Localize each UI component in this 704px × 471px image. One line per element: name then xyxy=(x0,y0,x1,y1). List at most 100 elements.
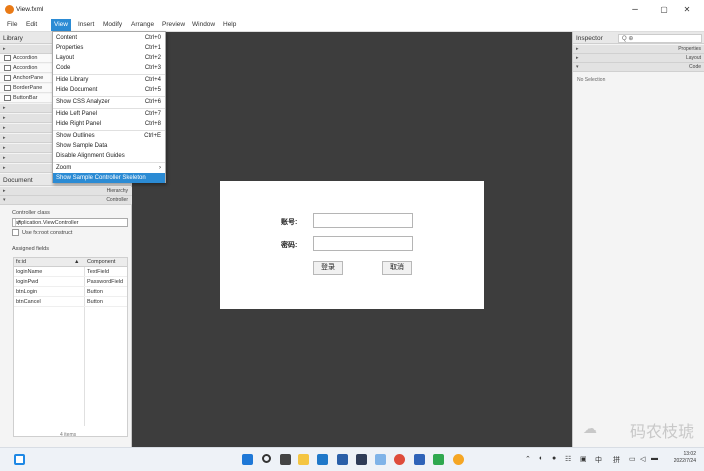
menu-window[interactable]: Window xyxy=(189,19,218,31)
use-root-checkbox[interactable] xyxy=(12,229,19,236)
chrome-icon[interactable] xyxy=(394,454,405,465)
scenebuilder-icon[interactable] xyxy=(453,454,464,465)
assigned-fields-table: fx:id ▲ Component loginName TextField log… xyxy=(13,257,128,437)
account-label: 账号: xyxy=(281,219,298,226)
menu-item-show-outlines[interactable]: Show Outlines Ctrl+E xyxy=(53,131,165,141)
cell-fxid: loginPwd xyxy=(16,279,39,285)
search-icon[interactable] xyxy=(262,454,271,463)
expand-icon: ▸ xyxy=(576,55,579,61)
menu-arrange[interactable]: Arrange xyxy=(128,19,157,31)
mail-icon[interactable] xyxy=(337,454,348,465)
cell-fxid: btnCancel xyxy=(16,299,41,305)
menu-item-hide-library[interactable]: Hide Library Ctrl+4 xyxy=(53,75,165,85)
table-header: fx:id ▲ Component xyxy=(14,258,127,267)
cell-component: Button xyxy=(87,299,103,305)
menu-item-sample-data[interactable]: Show Sample Data xyxy=(53,141,165,151)
inspector-panel: Inspector Q ⊕ ▸ Properties ▸ Layout ▾ Code … xyxy=(572,32,704,447)
table-row[interactable]: btnLogin Button xyxy=(14,288,127,297)
controller-section[interactable]: ▾ Controller xyxy=(0,196,132,205)
taskview-icon[interactable] xyxy=(14,454,25,465)
use-root-label: Use fx:root construct xyxy=(22,230,73,236)
expand-icon: ▸ xyxy=(3,115,6,121)
menu-edit[interactable]: Edit xyxy=(23,19,40,31)
display-icon[interactable]: ▭ xyxy=(629,455,636,463)
table-row[interactable]: btnCancel Button xyxy=(14,298,127,307)
menu-preview[interactable]: Preview xyxy=(159,19,188,31)
collapse-icon: ▾ xyxy=(576,64,579,70)
volume-icon[interactable]: ◁ xyxy=(640,455,645,463)
login-button[interactable]: 登录 xyxy=(313,261,343,275)
anchorpane-icon xyxy=(4,75,11,81)
task-view-icon[interactable] xyxy=(280,454,291,465)
library-title: Library xyxy=(3,35,23,42)
menu-item-content[interactable]: Content Ctrl+0 xyxy=(53,33,165,43)
cell-component: PasswordField xyxy=(87,279,124,285)
menu-modify[interactable]: Modify xyxy=(100,19,125,31)
controller-class-value: application.ViewController xyxy=(15,220,79,226)
close-button[interactable]: ✕ xyxy=(678,3,696,17)
expand-icon: ▸ xyxy=(576,46,579,52)
chevron-down-icon: ▾ xyxy=(15,219,23,226)
menu-insert[interactable]: Insert xyxy=(75,19,97,31)
column-header-component[interactable]: Component xyxy=(87,259,115,265)
view-menu-dropdown: Content Ctrl+0 Properties Ctrl+1 Layout Ctr… xyxy=(52,31,166,183)
tray-app-icon[interactable]: ● xyxy=(552,455,556,462)
section-label: Properties xyxy=(678,46,701,52)
menu-file[interactable]: File xyxy=(4,19,20,31)
store-icon[interactable] xyxy=(317,454,328,465)
menu-item-hide-left-panel[interactable]: Hide Left Panel Ctrl+7 xyxy=(53,109,165,119)
tray-app-icon[interactable]: ▣ xyxy=(580,455,587,463)
expand-icon: ▸ xyxy=(3,135,6,141)
start-icon[interactable] xyxy=(242,454,253,465)
controller-class-label: Controller class xyxy=(12,210,50,216)
tray-network-icon[interactable]: ☷ xyxy=(565,455,571,463)
clock-date: 2022/7/24 xyxy=(673,458,696,464)
menu-item-properties[interactable]: Properties Ctrl+1 xyxy=(53,43,165,53)
menu-item-hide-document[interactable]: Hide Document Ctrl+5 xyxy=(53,85,165,95)
ime-mode-icon[interactable]: 拼 xyxy=(613,455,620,465)
inspector-search[interactable]: Q ⊕ xyxy=(618,34,702,43)
minimize-button[interactable]: – xyxy=(626,3,644,17)
table-row[interactable]: loginPwd PasswordField xyxy=(14,278,127,287)
menu-item-css-analyzer[interactable]: Show CSS Analyzer Ctrl+6 xyxy=(53,97,165,107)
photos-icon[interactable] xyxy=(375,454,386,465)
clock-time: 13:02 xyxy=(683,451,696,457)
maximize-button[interactable]: ▢ xyxy=(655,3,673,17)
hierarchy-label: Hierarchy xyxy=(106,188,128,194)
menu-item-sample-controller[interactable]: Show Sample Controller Skeleton xyxy=(53,173,165,183)
column-header-fxid[interactable]: fx:id xyxy=(16,259,26,265)
battery-icon[interactable]: ▬ xyxy=(651,455,658,462)
password-field[interactable] xyxy=(313,236,413,251)
login-form-preview[interactable]: 账号: 密码: 登录 取消 xyxy=(220,181,484,309)
sort-icon: ▲ xyxy=(74,259,80,265)
calculator-icon[interactable] xyxy=(356,454,367,465)
menu-view[interactable]: View xyxy=(51,19,71,31)
menu-item-code[interactable]: Code Ctrl+3 xyxy=(53,63,165,73)
expand-icon: ▸ xyxy=(3,125,6,131)
menu-help[interactable]: Help xyxy=(220,19,239,31)
menu-item-alignment-guides[interactable]: Disable Alignment Guides xyxy=(53,151,165,161)
cell-fxid: btnLogin xyxy=(16,289,38,295)
layout-section[interactable]: ▸ Layout xyxy=(573,54,704,63)
ime-icon[interactable]: 中 xyxy=(595,455,602,465)
tray-chevron-icon[interactable]: ⌃ xyxy=(525,455,531,463)
controller-class-combo[interactable]: application.ViewController ▾ xyxy=(12,218,128,227)
hierarchy-section[interactable]: ▸ Hierarchy xyxy=(0,187,132,196)
table-row[interactable]: loginName TextField xyxy=(14,268,127,277)
account-field[interactable] xyxy=(313,213,413,228)
word-icon[interactable] xyxy=(414,454,425,465)
code-section[interactable]: ▾ Code xyxy=(573,63,704,72)
menu-item-layout[interactable]: Layout Ctrl+2 xyxy=(53,53,165,63)
menu-item-hide-right-panel[interactable]: Hide Right Panel Ctrl+8 xyxy=(53,119,165,129)
items-count: 4 items xyxy=(60,432,77,438)
library-item-label: AnchorPane xyxy=(13,75,44,81)
cancel-button[interactable]: 取消 xyxy=(382,261,412,275)
properties-section[interactable]: ▸ Properties xyxy=(573,45,704,54)
clock[interactable]: 13:02 2022/7/24 xyxy=(674,451,696,465)
wechat-icon[interactable] xyxy=(433,454,444,465)
menu-item-zoom[interactable]: Zoom › xyxy=(53,163,165,173)
tray-app-icon[interactable]: ◐ xyxy=(539,455,543,462)
file-explorer-icon[interactable] xyxy=(298,454,309,465)
wechat-icon: ☁ xyxy=(583,420,597,436)
inspector-header: Inspector Q ⊕ xyxy=(573,32,704,44)
